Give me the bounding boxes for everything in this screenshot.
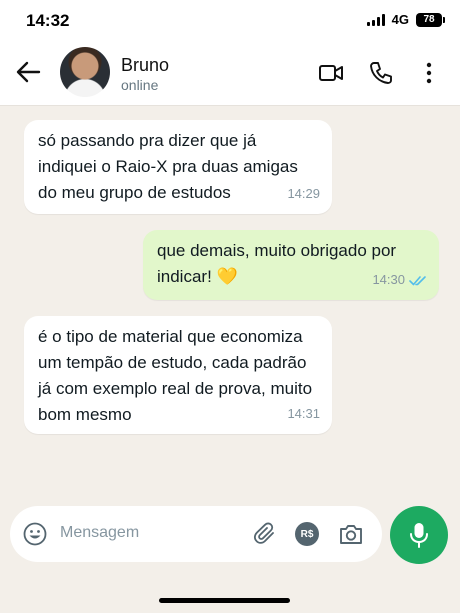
attach-icon[interactable] xyxy=(253,522,277,546)
voice-record-button[interactable] xyxy=(390,506,448,564)
message-incoming[interactable]: é o tipo de material que economiza um te… xyxy=(24,316,332,434)
signal-icon xyxy=(366,13,385,26)
message-input[interactable]: Mensagem xyxy=(60,524,139,542)
more-options-icon[interactable] xyxy=(418,60,440,86)
camera-icon[interactable] xyxy=(338,522,364,546)
voice-call-icon[interactable] xyxy=(368,60,394,86)
status-bar: 14:32 4G 78 xyxy=(0,0,460,42)
video-call-icon[interactable] xyxy=(318,60,344,86)
payment-icon[interactable]: R$ xyxy=(295,522,319,546)
home-indicator xyxy=(159,598,290,603)
avatar[interactable] xyxy=(60,47,110,97)
message-time: 14:29 xyxy=(287,181,320,207)
contact-status: online xyxy=(121,77,159,93)
status-indicators: 4G 78 xyxy=(366,12,445,27)
time-label: 14:31 xyxy=(287,406,320,421)
chat-header: Bruno online xyxy=(0,42,460,106)
currency-label: R$ xyxy=(300,528,314,540)
time-label: 14:30 xyxy=(372,272,405,287)
contact-name[interactable]: Bruno xyxy=(121,55,169,76)
microphone-icon xyxy=(410,523,428,548)
message-text: só passando pra dizer que já indiquei o … xyxy=(38,131,298,202)
message-outgoing[interactable]: que demais, muito obrigado por indicar! … xyxy=(143,230,439,300)
status-time: 14:32 xyxy=(26,11,70,30)
read-receipt-icon xyxy=(409,275,426,285)
back-arrow-icon[interactable] xyxy=(14,58,42,86)
emoji-icon[interactable] xyxy=(23,522,47,546)
message-text: é o tipo de material que economiza um te… xyxy=(38,327,313,424)
message-incoming[interactable]: só passando pra dizer que já indiquei o … xyxy=(24,120,332,214)
message-time: 14:31 xyxy=(287,401,320,427)
message-composer[interactable]: Mensagem R$ xyxy=(10,506,382,562)
time-label: 14:29 xyxy=(287,186,320,201)
message-text: que demais, muito obrigado por indicar! … xyxy=(157,241,397,286)
message-time: 14:30 xyxy=(372,267,427,293)
network-type: 4G xyxy=(391,12,409,27)
battery-icon: 78 xyxy=(416,12,445,27)
battery-level: 78 xyxy=(423,14,435,25)
